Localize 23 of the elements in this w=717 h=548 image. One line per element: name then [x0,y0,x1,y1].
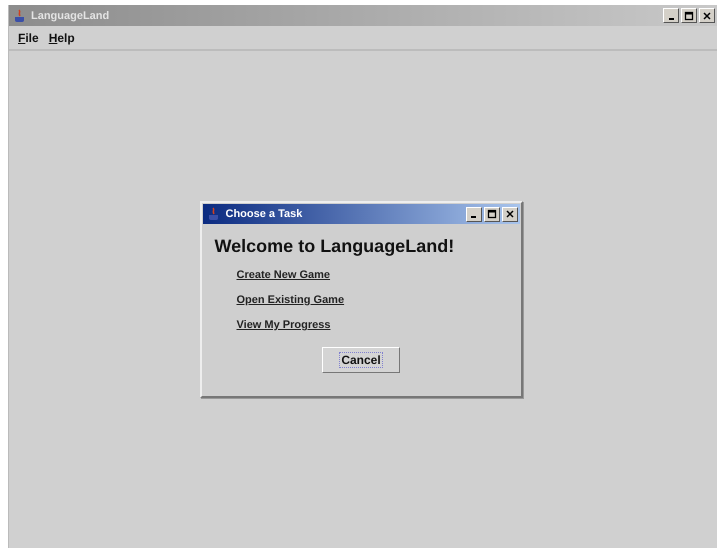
menu-item[interactable]: File [15,30,42,44]
window-title: LanguageLand [31,10,110,22]
close-icon [504,209,514,219]
maximize-icon [684,10,694,20]
close-icon [702,10,712,20]
maximize-button[interactable] [484,206,500,222]
dialog-title: Choose a Task [226,208,302,220]
maximize-icon [486,209,496,219]
cancel-button[interactable]: Cancel [322,347,400,373]
close-button[interactable] [502,206,518,222]
task-link[interactable]: View My Progress [236,319,330,331]
close-button[interactable] [699,8,715,23]
minimize-button[interactable] [663,8,679,23]
task-link[interactable]: Create New Game [236,269,330,281]
menu-item[interactable]: Help [46,30,78,44]
minimize-button[interactable] [466,206,482,222]
welcome-heading: Welcome to LanguageLand! [214,236,454,257]
minimize-icon [668,18,674,20]
task-link[interactable]: Open Existing Game [236,294,344,306]
maximize-button[interactable] [681,8,697,23]
minimize-icon [471,216,476,218]
cup-icon [206,207,220,221]
cup-icon [13,8,27,22]
